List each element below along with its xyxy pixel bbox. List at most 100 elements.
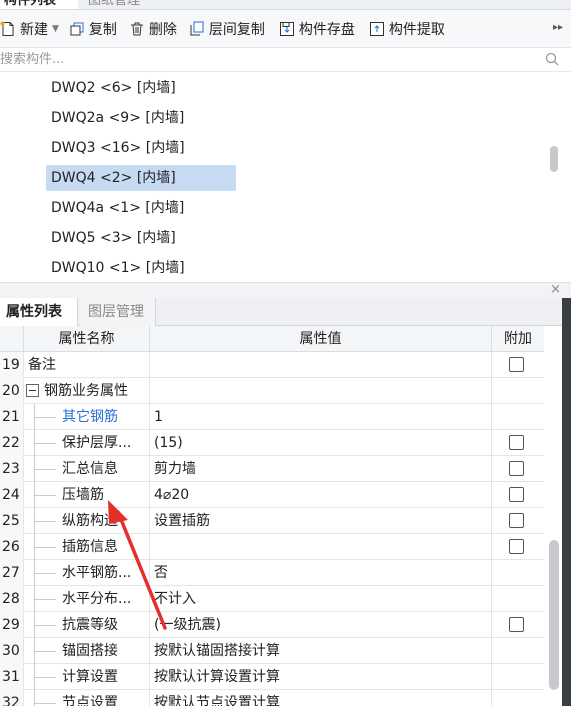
table-row[interactable]: 19 备注 <box>0 352 544 378</box>
property-grid-scrollbar[interactable] <box>548 326 562 706</box>
close-icon[interactable]: × <box>550 283 561 297</box>
delete-button[interactable]: 删除 <box>129 10 183 47</box>
tree-branch <box>34 677 56 678</box>
property-group-name[interactable]: 钢筋业务属性 <box>24 378 150 404</box>
table-row[interactable]: 22 保护层厚... (15) <box>0 430 544 456</box>
list-item[interactable]: DWQ2 <6> [内墙] <box>46 75 236 101</box>
property-name[interactable]: 水平分布... <box>24 586 150 612</box>
new-button[interactable]: 新建 ▼ <box>0 10 69 47</box>
extra-cell <box>492 690 544 706</box>
extract-component-button-label: 构件提取 <box>388 21 445 38</box>
list-item[interactable]: DWQ2a <9> [内墙] <box>46 105 236 131</box>
row-number: 27 <box>0 560 24 586</box>
property-value[interactable]: (一级抗震) <box>150 612 492 638</box>
tab-property-list[interactable]: 属性列表 <box>0 298 78 326</box>
search-input[interactable] <box>0 48 530 71</box>
property-value[interactable]: 4⌀20 <box>150 482 492 508</box>
extra-checkbox[interactable] <box>509 461 524 476</box>
list-item[interactable]: DWQ3 <16> [内墙] <box>46 135 236 161</box>
table-row[interactable]: 27 水平钢筋... 否 <box>0 560 544 586</box>
copy-button-label: 复制 <box>88 21 117 38</box>
table-row[interactable]: 24 压墙筋 4⌀20 <box>0 482 544 508</box>
property-value[interactable]: 1 <box>150 404 492 430</box>
table-row[interactable]: 28 水平分布... 不计入 <box>0 586 544 612</box>
table-row[interactable]: 29 抗震等级 (一级抗震) <box>0 612 544 638</box>
tab-component-list[interactable]: 构件列表 <box>0 0 78 9</box>
property-value[interactable]: (15) <box>150 430 492 456</box>
property-name[interactable]: 抗震等级 <box>24 612 150 638</box>
tab-drawing-manage[interactable]: 图纸管理 <box>82 0 140 9</box>
scrollbar-thumb[interactable] <box>550 146 558 172</box>
layers-copy-icon <box>189 21 205 37</box>
extra-cell <box>492 404 544 430</box>
table-row[interactable]: 20 钢筋业务属性 <box>0 378 544 404</box>
row-number: 21 <box>0 404 24 430</box>
component-list-scrollbar[interactable] <box>550 72 558 282</box>
table-row[interactable]: 26 插筋信息 <box>0 534 544 560</box>
extract-icon <box>369 21 385 37</box>
extra-checkbox[interactable] <box>509 487 524 502</box>
property-name[interactable]: 备注 <box>24 352 150 378</box>
table-row[interactable]: 31 计算设置 按默认计算设置计算 <box>0 664 544 690</box>
chevron-down-icon[interactable]: ▼ <box>52 24 59 34</box>
row-number: 20 <box>0 378 24 404</box>
property-name[interactable]: 压墙筋 <box>24 482 150 508</box>
extra-checkbox[interactable] <box>509 513 524 528</box>
extra-cell <box>492 612 544 638</box>
panel-splitter[interactable]: × <box>0 282 571 298</box>
save-component-button[interactable]: 构件存盘 <box>279 10 361 47</box>
property-name-text: 锚固搭接 <box>62 643 118 659</box>
row-number: 26 <box>0 534 24 560</box>
list-item-selected[interactable]: DWQ4 <2> [内墙] <box>46 165 236 191</box>
tree-branch <box>34 521 56 522</box>
table-row[interactable]: 32 节点设置 按默认节点设置计算 <box>0 690 544 706</box>
property-name[interactable]: 保护层厚... <box>24 430 150 456</box>
extra-cell <box>492 352 544 378</box>
save-icon <box>279 21 295 37</box>
extra-checkbox[interactable] <box>509 357 524 372</box>
property-value[interactable]: 按默认锚固搭接计算 <box>150 638 492 664</box>
list-item[interactable]: DWQ10 <1> [内墙] <box>46 255 236 281</box>
property-grid: 属性名称 属性值 附加 19 备注 20 钢筋业务属性 21 其它钢筋 1 22… <box>0 326 544 706</box>
table-row[interactable]: 23 汇总信息 剪力墙 <box>0 456 544 482</box>
property-name[interactable]: 计算设置 <box>24 664 150 690</box>
property-value[interactable]: 剪力墙 <box>150 456 492 482</box>
property-value[interactable]: 设置插筋 <box>150 508 492 534</box>
tab-layer-manage[interactable]: 图层管理 <box>80 298 156 326</box>
column-header-name: 属性名称 <box>24 326 150 352</box>
row-number: 23 <box>0 456 24 482</box>
property-value[interactable] <box>150 352 492 378</box>
scrollbar-thumb[interactable] <box>549 540 559 690</box>
toolbar-overflow-icon[interactable]: ▸▸ <box>553 22 563 33</box>
extra-checkbox[interactable] <box>509 539 524 554</box>
property-name[interactable]: 其它钢筋 <box>24 404 150 430</box>
list-item[interactable]: DWQ4a <1> [内墙] <box>46 195 236 221</box>
property-value[interactable] <box>150 534 492 560</box>
property-name[interactable]: 纵筋构造 <box>24 508 150 534</box>
property-name[interactable]: 锚固搭接 <box>24 638 150 664</box>
property-value[interactable]: 不计入 <box>150 586 492 612</box>
table-row[interactable]: 25 纵筋构造 设置插筋 <box>0 508 544 534</box>
collapse-icon[interactable] <box>26 384 39 397</box>
floor-copy-button[interactable]: 层间复制 <box>189 10 271 47</box>
property-value[interactable]: 按默认计算设置计算 <box>150 664 492 690</box>
search-icon[interactable] <box>545 52 559 66</box>
copy-button[interactable]: 复制 <box>69 10 123 47</box>
property-name[interactable]: 插筋信息 <box>24 534 150 560</box>
extra-cell <box>492 508 544 534</box>
table-row[interactable]: 30 锚固搭接 按默认锚固搭接计算 <box>0 638 544 664</box>
extra-checkbox[interactable] <box>509 435 524 450</box>
property-name[interactable]: 节点设置 <box>24 690 150 706</box>
row-number: 28 <box>0 586 24 612</box>
property-value[interactable]: 按默认节点设置计算 <box>150 690 492 706</box>
property-name[interactable]: 水平钢筋... <box>24 560 150 586</box>
list-item[interactable]: DWQ5 <3> [内墙] <box>46 225 236 251</box>
copy-icon <box>69 21 85 37</box>
property-value[interactable]: 否 <box>150 560 492 586</box>
table-row[interactable]: 21 其它钢筋 1 <box>0 404 544 430</box>
extra-checkbox[interactable] <box>509 617 524 632</box>
extract-component-button[interactable]: 构件提取 <box>369 10 451 47</box>
property-name[interactable]: 汇总信息 <box>24 456 150 482</box>
component-list: DWQ2 <6> [内墙] DWQ2a <9> [内墙] DWQ3 <16> [… <box>0 72 548 282</box>
extra-cell <box>492 664 544 690</box>
